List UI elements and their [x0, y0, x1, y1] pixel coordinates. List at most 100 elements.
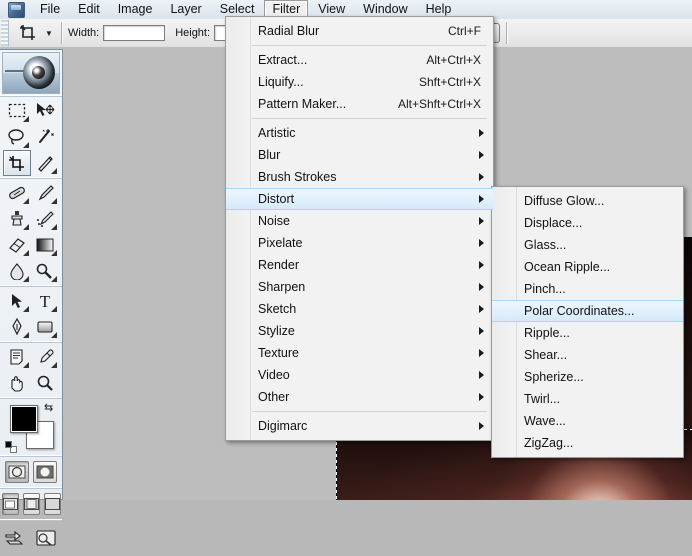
- menu-item-render[interactable]: Render: [226, 254, 493, 276]
- submenu-item-ripple[interactable]: Ripple...: [492, 322, 683, 344]
- flyout-triangle-icon[interactable]: [23, 198, 29, 204]
- marquee-tool[interactable]: [3, 98, 31, 124]
- eraser-tool[interactable]: [3, 232, 31, 258]
- gradient-tool[interactable]: [31, 232, 59, 258]
- menu-item-blur[interactable]: Blur: [226, 144, 493, 166]
- flyout-triangle-icon[interactable]: [51, 224, 57, 230]
- shape-tool[interactable]: [31, 314, 59, 340]
- menu-item-noise[interactable]: Noise: [226, 210, 493, 232]
- default-colors-icon[interactable]: [5, 441, 17, 453]
- foreground-color-swatch[interactable]: [10, 405, 38, 433]
- menu-separator: [252, 411, 487, 412]
- history-brush-tool[interactable]: [31, 206, 59, 232]
- submenu-item-twirl[interactable]: Twirl...: [492, 388, 683, 410]
- menu-item-extract[interactable]: Extract... Alt+Ctrl+X: [226, 49, 493, 71]
- chevron-down-icon[interactable]: ▼: [43, 21, 55, 45]
- menu-item-stylize[interactable]: Stylize: [226, 320, 493, 342]
- flyout-triangle-icon[interactable]: [51, 276, 57, 282]
- toolbox-group-mask-modes: [0, 456, 62, 488]
- path-selection-tool[interactable]: [3, 288, 31, 314]
- blur-tool[interactable]: [3, 258, 31, 284]
- move-tool[interactable]: [31, 98, 59, 124]
- menu-item-sketch[interactable]: Sketch: [226, 298, 493, 320]
- crop-tool[interactable]: [3, 150, 31, 176]
- healing-brush-tool[interactable]: [3, 180, 31, 206]
- quick-mask-mode-button[interactable]: [33, 461, 57, 483]
- clone-stamp-tool[interactable]: [3, 206, 31, 232]
- eyedropper-tool[interactable]: [31, 344, 59, 370]
- flyout-triangle-icon[interactable]: [23, 362, 29, 368]
- flyout-triangle-icon[interactable]: [51, 362, 57, 368]
- slice-tool[interactable]: [31, 150, 59, 176]
- menu-item-pattern-maker[interactable]: Pattern Maker... Alt+Shft+Ctrl+X: [226, 93, 493, 115]
- menu-item-video[interactable]: Video: [226, 364, 493, 386]
- flyout-triangle-icon[interactable]: [51, 198, 57, 204]
- submenu-item-displace[interactable]: Displace...: [492, 212, 683, 234]
- brush-tool[interactable]: [31, 180, 59, 206]
- standard-screen-mode-button[interactable]: [1, 493, 19, 515]
- flyout-triangle-icon[interactable]: [23, 276, 29, 282]
- flyout-triangle-icon[interactable]: [51, 306, 57, 312]
- standard-mode-button[interactable]: [5, 461, 29, 483]
- menu-image[interactable]: Image: [110, 0, 161, 20]
- flyout-triangle-icon[interactable]: [23, 116, 29, 122]
- hand-tool[interactable]: [3, 370, 31, 396]
- submenu-arrow-icon: [479, 195, 484, 203]
- crop-tool-icon[interactable]: [13, 21, 43, 45]
- submenu-item-glass[interactable]: Glass...: [492, 234, 683, 256]
- flyout-triangle-icon[interactable]: [23, 332, 29, 338]
- filter-dropdown-menu[interactable]: Radial Blur Ctrl+F Extract... Alt+Ctrl+X…: [225, 16, 494, 441]
- submenu-item-wave[interactable]: Wave...: [492, 410, 683, 432]
- toolbox-palette[interactable]: T ⇆: [0, 49, 63, 546]
- flyout-triangle-icon[interactable]: [51, 332, 57, 338]
- pen-tool[interactable]: [3, 314, 31, 340]
- full-screen-menubar-mode-button[interactable]: [22, 493, 40, 515]
- menu-item-other[interactable]: Other: [226, 386, 493, 408]
- options-bar-grip[interactable]: [1, 20, 9, 46]
- flyout-triangle-icon[interactable]: [23, 250, 29, 256]
- submenu-item-ocean-ripple[interactable]: Ocean Ripple...: [492, 256, 683, 278]
- submenu-arrow-icon: [479, 283, 484, 291]
- menu-accelerator: Alt+Shft+Ctrl+X: [397, 97, 481, 111]
- menu-item-pixelate[interactable]: Pixelate: [226, 232, 493, 254]
- submenu-item-polar-coordinates[interactable]: Polar Coordinates...: [492, 300, 683, 322]
- menu-item-liquify[interactable]: Liquify... Shft+Ctrl+X: [226, 71, 493, 93]
- jump-to-imageready-button[interactable]: [1, 525, 31, 551]
- submenu-item-diffuse-glow[interactable]: Diffuse Glow...: [492, 190, 683, 212]
- distort-submenu[interactable]: Diffuse Glow... Displace... Glass... Oce…: [491, 186, 684, 458]
- menu-layer[interactable]: Layer: [162, 0, 209, 20]
- menu-item-artistic[interactable]: Artistic: [226, 122, 493, 144]
- flyout-triangle-icon[interactable]: [23, 224, 29, 230]
- svg-text:T: T: [40, 292, 51, 310]
- notes-tool[interactable]: [3, 344, 31, 370]
- flyout-triangle-icon[interactable]: [23, 142, 29, 148]
- menu-edit[interactable]: Edit: [70, 0, 108, 20]
- menu-label: Ocean Ripple...: [524, 260, 611, 274]
- magic-wand-tool[interactable]: [31, 124, 59, 150]
- menu-file[interactable]: File: [32, 0, 68, 20]
- menu-item-radial-blur[interactable]: Radial Blur Ctrl+F: [226, 20, 493, 42]
- menu-item-brush-strokes[interactable]: Brush Strokes: [226, 166, 493, 188]
- menu-item-texture[interactable]: Texture: [226, 342, 493, 364]
- flyout-triangle-icon[interactable]: [23, 306, 29, 312]
- swap-colors-icon[interactable]: ⇆: [44, 402, 56, 414]
- submenu-item-pinch[interactable]: Pinch...: [492, 278, 683, 300]
- options-separator-1: [61, 22, 62, 44]
- submenu-item-shear[interactable]: Shear...: [492, 344, 683, 366]
- dodge-tool[interactable]: [31, 258, 59, 284]
- menu-item-sharpen[interactable]: Sharpen: [226, 276, 493, 298]
- lasso-tool[interactable]: [3, 124, 31, 150]
- submenu-item-spherize[interactable]: Spherize...: [492, 366, 683, 388]
- full-screen-mode-button[interactable]: [43, 493, 61, 515]
- height-label: Height:: [175, 27, 211, 39]
- flyout-triangle-icon[interactable]: [51, 250, 57, 256]
- submenu-item-zigzag[interactable]: ZigZag...: [492, 432, 683, 454]
- edit-in-imageready-button[interactable]: [31, 525, 61, 551]
- menu-item-distort[interactable]: Distort: [226, 188, 493, 210]
- zoom-tool[interactable]: [31, 370, 59, 396]
- width-input[interactable]: [103, 25, 166, 41]
- type-tool[interactable]: T: [31, 288, 59, 314]
- flyout-triangle-icon[interactable]: [51, 168, 57, 174]
- menu-item-digimarc[interactable]: Digimarc: [226, 415, 493, 437]
- submenu-arrow-icon: [479, 393, 484, 401]
